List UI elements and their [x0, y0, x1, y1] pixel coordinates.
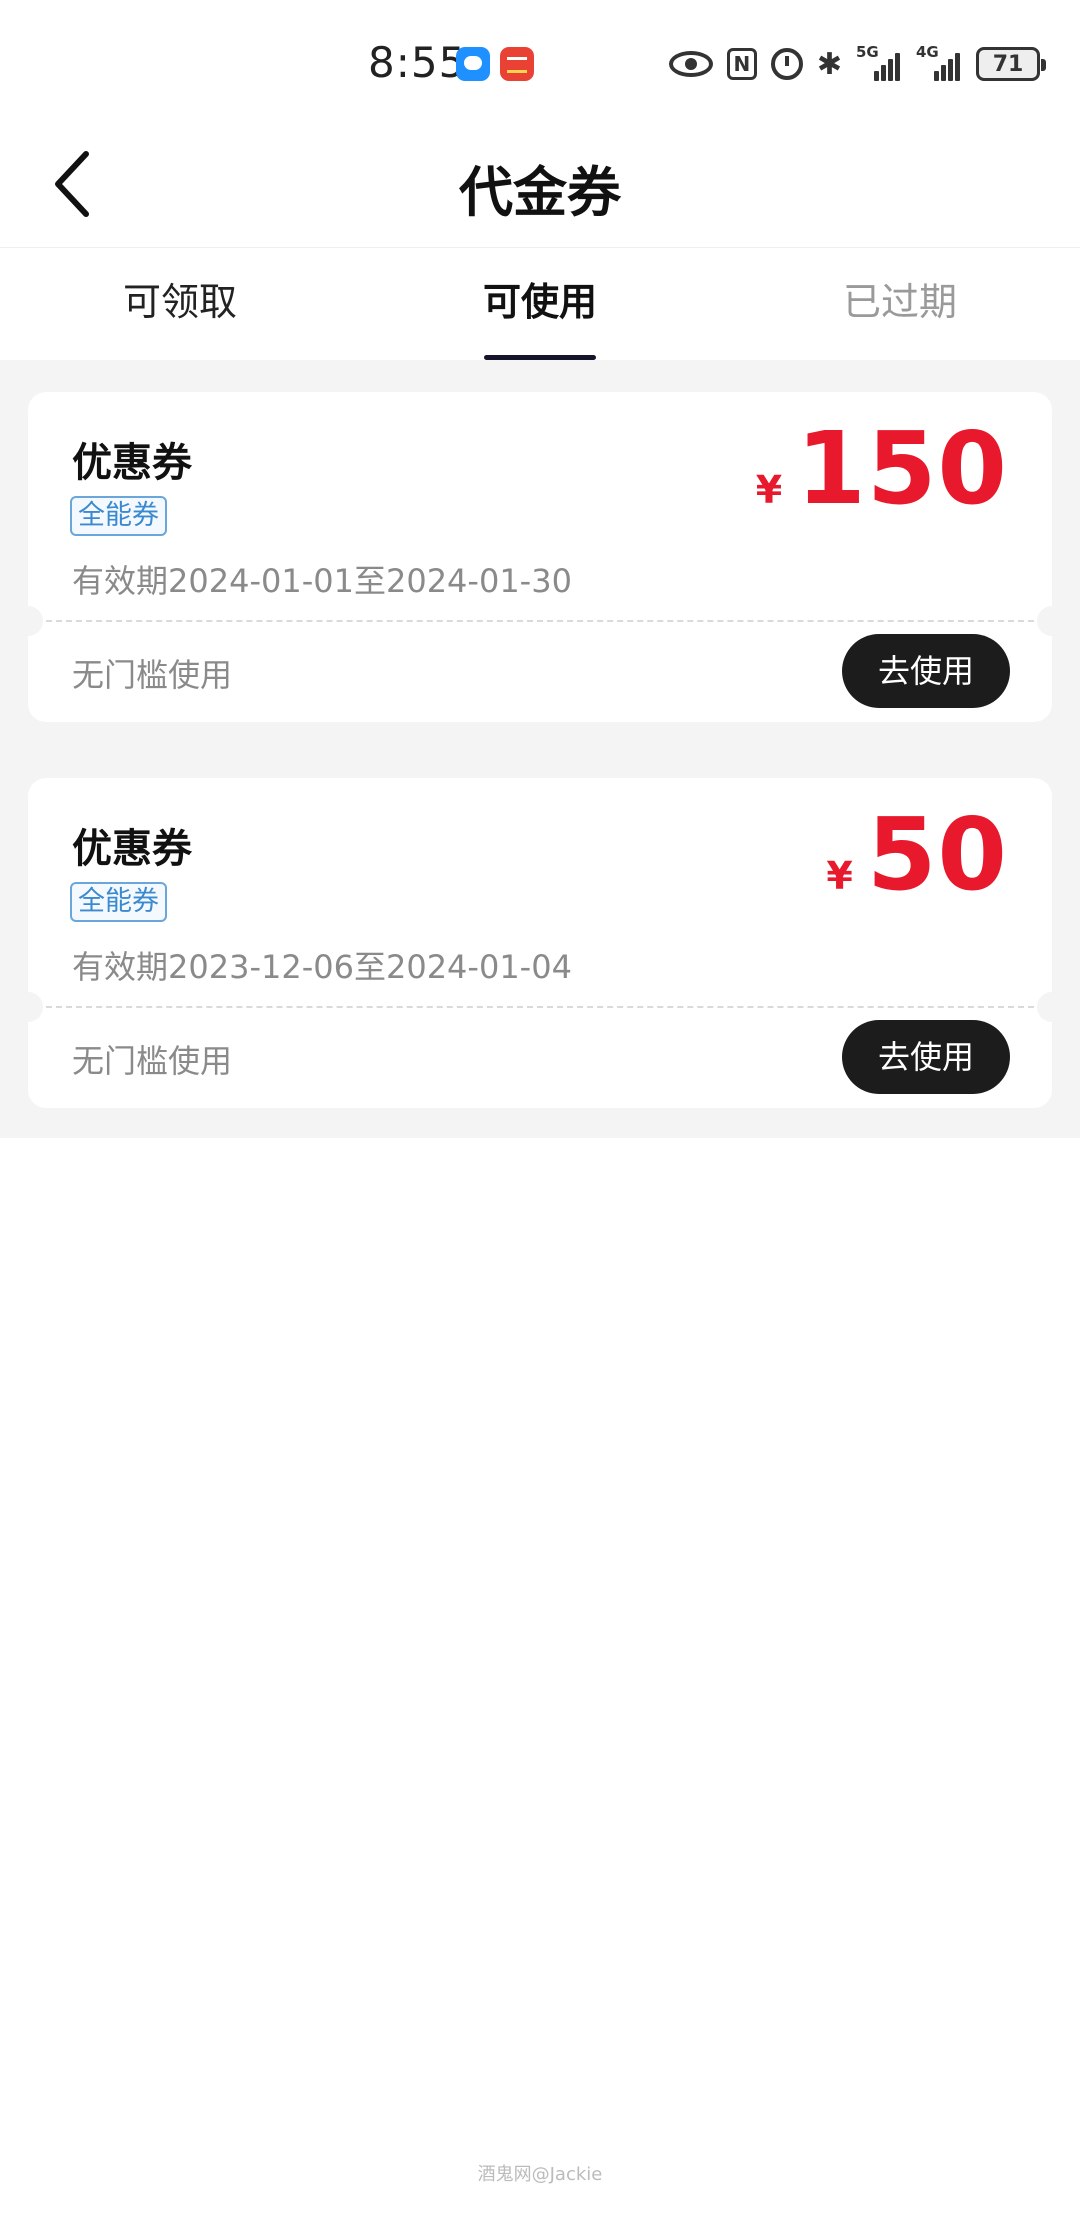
coupon-condition: 无门槛使用	[72, 1042, 233, 1080]
signal-5g-label: 5G	[856, 43, 879, 61]
currency-symbol: ¥	[755, 468, 783, 512]
ticket-notch	[13, 606, 43, 636]
currency-symbol: ¥	[826, 854, 853, 898]
coupon-card: 优惠券 全能券 有效期2024-01-01至2024-01-30 ¥ 150 无…	[13, 392, 1067, 722]
signal-4g-icon: 4G	[916, 43, 962, 81]
coupon-validity: 有效期2023-12-06至2024-01-04	[72, 948, 572, 986]
signal-4g-label: 4G	[916, 43, 939, 61]
tab-bar: 可领取 可使用 已过期	[0, 248, 1080, 360]
coupon-title: 优惠券	[72, 440, 192, 486]
amount-value: 150	[796, 410, 1008, 527]
page-title: 代金券	[459, 161, 621, 224]
tab-expired[interactable]: 已过期	[720, 248, 1080, 360]
tab-label: 已过期	[842, 280, 957, 324]
coupon-amount: ¥ 50	[826, 796, 1008, 913]
tab-label: 可领取	[122, 280, 237, 324]
tab-usable[interactable]: 可使用	[360, 248, 720, 360]
coupon-type-tag: 全能券	[70, 496, 167, 536]
bluetooth-icon: ✱	[816, 46, 842, 82]
alarm-icon	[770, 48, 803, 80]
nfc-icon: N	[726, 48, 757, 80]
use-coupon-button[interactable]: 去使用	[842, 1020, 1010, 1094]
coupon-list: 优惠券 全能券 有效期2024-01-01至2024-01-30 ¥ 150 无…	[0, 360, 1080, 1138]
tab-claimable[interactable]: 可领取	[0, 248, 360, 360]
use-coupon-button[interactable]: 去使用	[842, 634, 1010, 708]
coupon-amount: ¥ 150	[756, 410, 1008, 527]
message-app-icon	[456, 47, 490, 81]
ticket-notch	[1037, 606, 1067, 636]
dashed-divider	[46, 620, 1034, 622]
coupon-title: 优惠券	[72, 826, 192, 872]
coupon-condition: 无门槛使用	[72, 656, 233, 694]
ticket-notch	[1037, 992, 1067, 1022]
status-bar: 8:55 N ✱ 5G 4G 71	[0, 0, 1080, 120]
header: 代金券	[0, 120, 1080, 248]
amount-value: 50	[866, 796, 1008, 913]
coupon-validity: 有效期2024-01-01至2024-01-30	[72, 562, 572, 600]
watermark: 酒鬼网@Jackie	[477, 2164, 603, 2185]
system-icons: N ✱ 5G 4G 71	[668, 43, 1046, 84]
battery-icon: 71	[976, 47, 1046, 81]
signal-5g-icon: 5G	[856, 43, 902, 81]
status-time: 8:55	[368, 38, 467, 87]
coupon-card: 优惠券 全能券 有效期2023-12-06至2024-01-04 ¥ 50 无门…	[13, 778, 1067, 1108]
eye-icon	[668, 51, 713, 77]
coupon-type-tag: 全能券	[70, 882, 167, 922]
dashed-divider	[46, 1006, 1034, 1008]
ticket-notch	[13, 992, 43, 1022]
red-app-icon	[500, 47, 534, 81]
tab-label: 可使用	[482, 280, 597, 324]
